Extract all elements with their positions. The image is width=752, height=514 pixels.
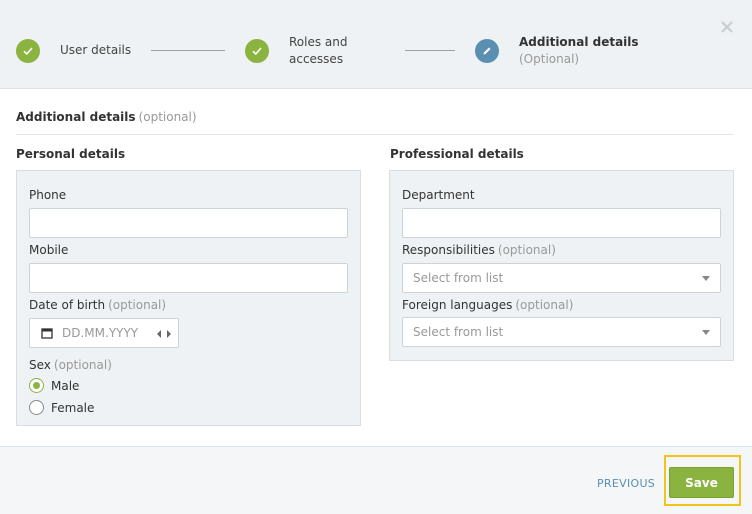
step-1-label: User details bbox=[60, 43, 132, 57]
dob-label-text: Date of birth bbox=[29, 298, 106, 312]
save-button[interactable]: Save bbox=[669, 467, 734, 498]
sex-label-text: Sex bbox=[29, 358, 51, 372]
chevron-down-icon bbox=[702, 330, 710, 335]
section-title-text: Additional details bbox=[16, 110, 136, 124]
step-3-label: Additional details bbox=[519, 35, 639, 49]
previous-button[interactable]: PREVIOUS bbox=[597, 477, 655, 490]
phone-label: Phone bbox=[29, 188, 67, 202]
languages-label: Foreign languages (optional) bbox=[402, 298, 573, 312]
section-optional: (optional) bbox=[138, 110, 197, 124]
step-1-check-icon bbox=[16, 39, 40, 63]
date-of-birth-input[interactable]: DD.MM.YYYY bbox=[29, 318, 179, 348]
dob-optional: (optional) bbox=[108, 298, 167, 312]
date-stepper-arrows-icon[interactable] bbox=[156, 328, 172, 338]
personal-details-title: Personal details bbox=[16, 147, 126, 161]
sex-female-radio[interactable] bbox=[29, 400, 44, 415]
step-3-sub: (Optional) bbox=[519, 52, 580, 66]
phone-input[interactable] bbox=[29, 208, 348, 238]
step-3-pencil-icon bbox=[475, 39, 499, 63]
sex-female-label[interactable]: Female bbox=[51, 401, 94, 415]
dob-label: Date of birth (optional) bbox=[29, 298, 166, 312]
responsibilities-label: Responsibilities (optional) bbox=[402, 243, 556, 257]
department-input[interactable] bbox=[402, 208, 721, 238]
department-label: Department bbox=[402, 188, 475, 202]
date-placeholder: DD.MM.YYYY bbox=[62, 326, 139, 340]
mobile-input[interactable] bbox=[29, 263, 348, 293]
languages-optional: (optional) bbox=[515, 298, 574, 312]
section-divider bbox=[16, 134, 734, 135]
close-icon[interactable] bbox=[718, 18, 736, 36]
professional-details-title: Professional details bbox=[390, 147, 524, 161]
wizard-stepper: User details Roles and accesses Addition… bbox=[0, 0, 752, 89]
responsibilities-placeholder: Select from list bbox=[413, 271, 504, 285]
responsibilities-optional: (optional) bbox=[497, 243, 556, 257]
responsibilities-select[interactable]: Select from list bbox=[402, 263, 721, 293]
responsibilities-label-text: Responsibilities bbox=[402, 243, 495, 257]
step-connector-2 bbox=[405, 50, 455, 51]
section-title: Additional details (optional) bbox=[16, 110, 197, 124]
step-2-label-line2: accesses bbox=[289, 52, 344, 66]
languages-select[interactable]: Select from list bbox=[402, 317, 721, 347]
chevron-down-icon bbox=[702, 276, 710, 281]
sex-optional: (optional) bbox=[53, 358, 112, 372]
step-2-label-line1: Roles and bbox=[289, 35, 348, 49]
mobile-label: Mobile bbox=[29, 243, 69, 257]
step-connector-1 bbox=[151, 50, 225, 51]
sex-male-radio[interactable] bbox=[29, 378, 44, 393]
sex-male-label[interactable]: Male bbox=[51, 379, 79, 393]
sex-label: Sex (optional) bbox=[29, 358, 112, 372]
languages-placeholder: Select from list bbox=[413, 325, 504, 339]
languages-label-text: Foreign languages bbox=[402, 298, 513, 312]
step-2-check-icon bbox=[245, 39, 269, 63]
calendar-icon[interactable] bbox=[41, 327, 53, 339]
